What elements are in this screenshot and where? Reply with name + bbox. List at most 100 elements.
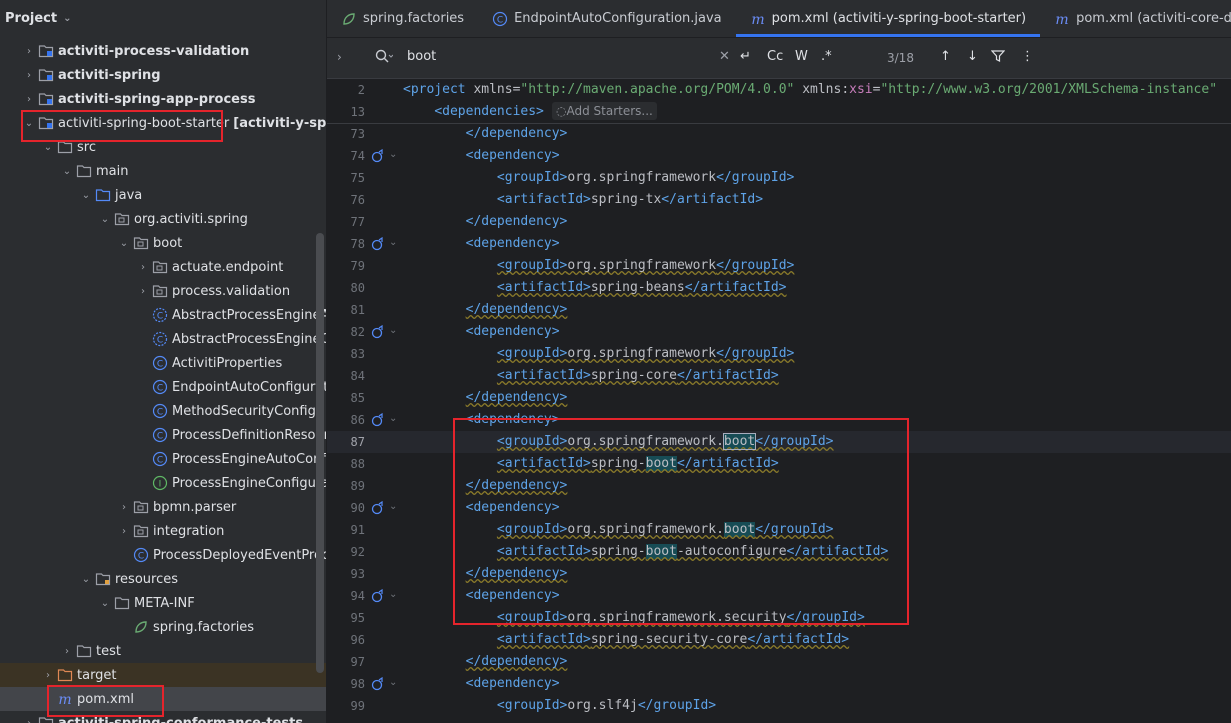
code-line[interactable]: 80 <artifactId>spring-beans</artifactId> [327, 277, 1231, 299]
code-line[interactable]: 78 ⌄ <dependency> [327, 233, 1231, 255]
tree-item[interactable]: › actuate.endpoint [0, 255, 326, 279]
override-gutter-icon[interactable] [371, 412, 385, 427]
tree-item[interactable]: › bpmn.parser [0, 495, 326, 519]
tree-item[interactable]: C ProcessEngineAutoConfig [0, 447, 326, 471]
search-input[interactable]: boot [407, 49, 436, 64]
fold-icon[interactable]: ⌄ [389, 677, 397, 688]
tree-item[interactable]: I ProcessEngineConfigurati [0, 471, 326, 495]
tree-item[interactable]: › target [0, 663, 326, 687]
tree-item[interactable]: ⌄ main [0, 159, 326, 183]
expand-replace-icon[interactable]: › [337, 50, 342, 64]
override-gutter-icon[interactable] [371, 676, 385, 691]
tree-item[interactable]: ⌄ org.activiti.spring [0, 207, 326, 231]
tree-item[interactable]: › process.validation [0, 279, 326, 303]
tree-item[interactable]: C ProcessDeployedEventProdu [0, 543, 326, 567]
tree-item[interactable]: C AbstractProcessEngineAuto [0, 303, 326, 327]
search-icon[interactable] [375, 49, 394, 69]
override-gutter-icon[interactable] [371, 236, 385, 251]
code-text: <artifactId>spring-core</artifactId> [403, 365, 779, 387]
code-line[interactable]: 77 </dependency> [327, 211, 1231, 233]
tree-item[interactable]: › integration [0, 519, 326, 543]
chevron-right-icon[interactable]: › [41, 670, 55, 681]
code-line[interactable]: 98 ⌄ <dependency> [327, 673, 1231, 695]
previous-occurrence-icon[interactable]: ↑ [940, 49, 951, 64]
code-line[interactable]: 96 <artifactId>spring-security-core</art… [327, 629, 1231, 651]
chevron-right-icon[interactable]: › [117, 502, 131, 513]
fold-icon[interactable]: ⌄ [389, 149, 397, 160]
chevron-down-icon[interactable]: ⌄ [79, 190, 93, 201]
tree-item[interactable]: spring.factories [0, 615, 326, 639]
sticky-line[interactable]: 2 <project xmlns="http://maven.apache.org… [327, 79, 1231, 101]
tree-item[interactable]: C ProcessDefinitionResource [0, 423, 326, 447]
code-line[interactable]: 73 </dependency> [327, 123, 1231, 145]
project-scrollbar[interactable] [316, 233, 324, 673]
fold-icon[interactable]: ⌄ [389, 501, 397, 512]
chevron-right-icon[interactable]: › [22, 70, 36, 81]
filter-icon[interactable] [990, 49, 1006, 67]
tree-item[interactable]: C ActivitiProperties [0, 351, 326, 375]
override-gutter-icon[interactable] [371, 588, 385, 603]
editor-tab[interactable]: C EndpointAutoConfiguration.java [478, 0, 736, 37]
code-line[interactable]: 97 </dependency> [327, 651, 1231, 673]
more-options-icon[interactable]: ⋮ [1021, 49, 1034, 64]
code-text: <groupId>org.springframework</groupId> [403, 255, 794, 277]
add-starters-hint[interactable]: ◌ Add Starters... [552, 102, 657, 120]
code-line[interactable]: 99 <groupId>org.slf4j</groupId> [327, 695, 1231, 717]
project-panel-header[interactable]: Project ⌄ [0, 0, 326, 37]
fold-icon[interactable]: ⌄ [389, 589, 397, 600]
override-gutter-icon[interactable] [371, 324, 385, 339]
override-gutter-icon[interactable] [371, 500, 385, 515]
editor-tab[interactable]: m pom.xml (activiti-core-depende [1040, 0, 1231, 37]
editor-tab[interactable]: spring.factories [327, 0, 478, 37]
chevron-down-icon[interactable]: ⌄ [117, 238, 131, 249]
tree-item[interactable]: › activiti-spring-app-process [0, 87, 326, 111]
code-line[interactable]: 79 <groupId>org.springframework</groupId… [327, 255, 1231, 277]
tree-item[interactable]: C MethodSecurityConfig [0, 399, 326, 423]
chevron-down-icon[interactable]: ⌄ [63, 13, 71, 24]
chevron-right-icon[interactable]: › [136, 262, 150, 273]
tree-item[interactable]: ⌄ resources [0, 567, 326, 591]
editor-tab[interactable]: m pom.xml (activiti-y-spring-boot-starter… [735, 0, 1041, 37]
tree-item[interactable]: ⌄ java [0, 183, 326, 207]
tree-item[interactable]: › test [0, 639, 326, 663]
code-editor[interactable]: 73 </dependency> 74 ⌄ <dependency> 75 <grou… [327, 79, 1231, 723]
chevron-down-icon[interactable]: ⌄ [41, 142, 55, 153]
chevron-right-icon[interactable]: › [60, 646, 74, 657]
code-line[interactable]: 85 </dependency> [327, 387, 1231, 409]
code-line[interactable]: 76 <artifactId>spring-tx</artifactId> [327, 189, 1231, 211]
new-line-icon[interactable]: ↵ [740, 49, 751, 64]
chevron-right-icon[interactable]: › [22, 718, 36, 723]
tree-item[interactable]: C AbstractProcessEngineCo [0, 327, 326, 351]
whole-word-button[interactable]: W [795, 49, 808, 64]
code-line[interactable]: 84 <artifactId>spring-core</artifactId> [327, 365, 1231, 387]
code-token: org.springframework [567, 346, 717, 361]
code-line[interactable]: 74 ⌄ <dependency> [327, 145, 1231, 167]
fold-icon[interactable]: ⌄ [389, 413, 397, 424]
fold-icon[interactable]: ⌄ [389, 325, 397, 336]
regex-button[interactable]: .* [821, 49, 832, 64]
code-line[interactable]: 75 <groupId>org.springframework</groupId… [327, 167, 1231, 189]
chevron-down-icon[interactable]: ⌄ [60, 166, 74, 177]
tree-item[interactable]: ⌄ META-INF [0, 591, 326, 615]
chevron-right-icon[interactable]: › [22, 46, 36, 57]
match-case-button[interactable]: Cc [767, 49, 783, 64]
tree-item[interactable]: › activiti-process-validation [0, 39, 326, 63]
chevron-right-icon[interactable]: › [22, 94, 36, 105]
tree-item[interactable]: ⌄ boot [0, 231, 326, 255]
chevron-down-icon[interactable]: ⌄ [79, 574, 93, 585]
sticky-line[interactable]: 13 <dependencies> [327, 101, 1231, 123]
tree-item[interactable]: › activiti-spring [0, 63, 326, 87]
code-line[interactable]: 81 </dependency> [327, 299, 1231, 321]
chevron-down-icon[interactable]: ⌄ [98, 598, 112, 609]
fold-icon[interactable]: ⌄ [389, 237, 397, 248]
chevron-right-icon[interactable]: › [117, 526, 131, 537]
tree-item[interactable]: C EndpointAutoConfiguratio [0, 375, 326, 399]
code-line[interactable]: 83 <groupId>org.springframework</groupId… [327, 343, 1231, 365]
svg-text:C: C [157, 312, 163, 322]
override-gutter-icon[interactable] [371, 148, 385, 163]
next-occurrence-icon[interactable]: ↓ [967, 49, 978, 64]
chevron-down-icon[interactable]: ⌄ [98, 214, 112, 225]
code-line[interactable]: 82 ⌄ <dependency> [327, 321, 1231, 343]
clear-search-icon[interactable]: ✕ [719, 49, 730, 64]
chevron-right-icon[interactable]: › [136, 286, 150, 297]
